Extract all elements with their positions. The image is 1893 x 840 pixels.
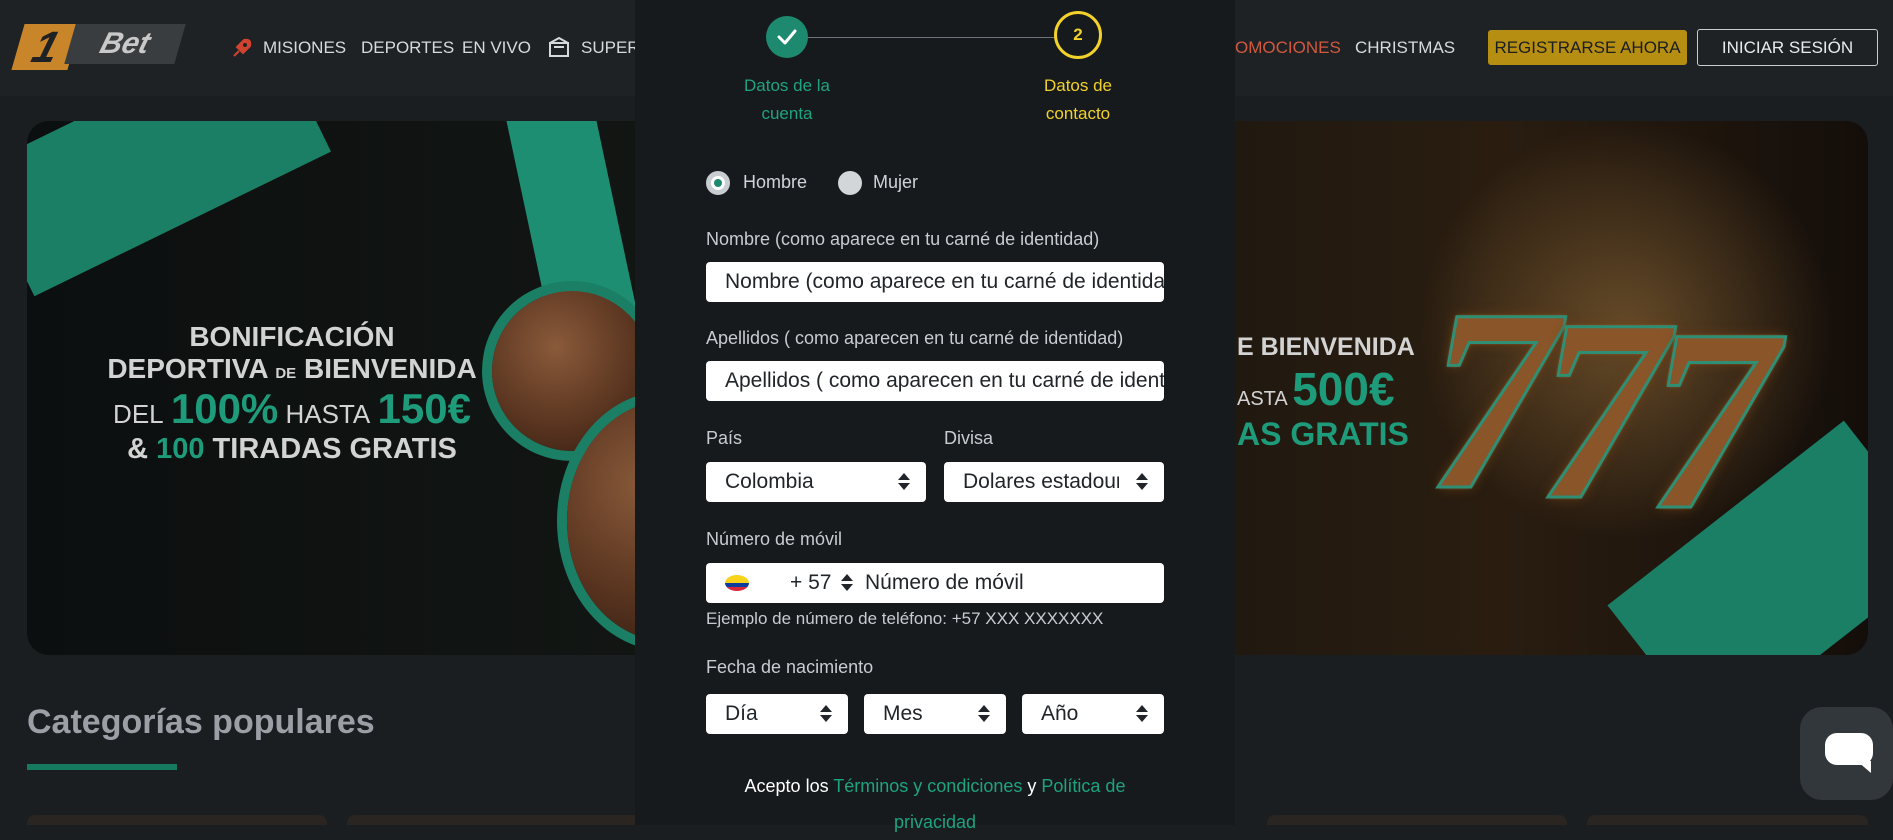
dob-year-select[interactable]: Año — [1022, 694, 1164, 734]
hero-word: DEL — [113, 399, 164, 429]
step-label-line: Datos de la — [744, 76, 830, 95]
hero-line: DEPORTIVA DE BIENVENIDA — [87, 353, 497, 385]
chat-icon-tail — [1857, 761, 1871, 773]
radio-male[interactable] — [706, 171, 730, 195]
first-name-label: Nombre (como aparece en tu carné de iden… — [706, 229, 1100, 249]
dob-day-select[interactable]: Día — [706, 694, 848, 734]
sports-bonus-text: BONIFICACIÓN DEPORTIVA DE BIENVENIDA DEL… — [87, 321, 497, 466]
section-title: Categorías populares — [27, 703, 375, 741]
hero-word: 100 — [156, 433, 205, 465]
select-arrows-icon — [978, 705, 990, 723]
nav-item-misiones[interactable]: MISIONES — [263, 38, 346, 58]
first-name-input[interactable]: Nombre (como aparece en tu carné de iden… — [706, 262, 1164, 302]
hero-word: 150€ — [377, 385, 471, 432]
hero-word: ASTA — [1237, 388, 1287, 410]
select-arrows-icon — [820, 705, 832, 723]
dob-month-select[interactable]: Mes — [864, 694, 1006, 734]
radio-female[interactable] — [838, 171, 862, 195]
hero-word: DEPORTIVA — [107, 353, 268, 384]
dob-day-value: Día — [725, 702, 758, 725]
nav-item-deportes[interactable]: DEPORTES — [361, 38, 454, 58]
terms-text: Acepto los Términos y condiciones y Polí… — [706, 768, 1164, 840]
category-thumb[interactable] — [347, 815, 647, 825]
chat-button[interactable] — [1800, 707, 1893, 800]
terms-prefix: Acepto los — [744, 776, 829, 796]
country-label: País — [706, 428, 743, 448]
phone-label: Número de móvil — [706, 529, 843, 549]
nav-item-promociones[interactable]: OMOCIONES — [1235, 38, 1341, 58]
select-arrows-icon — [898, 473, 910, 491]
logo-text: Bet — [64, 24, 186, 64]
currency-select[interactable]: Dolares estadounidenses — [944, 462, 1164, 502]
phone-country-code[interactable]: + 57 — [790, 563, 831, 603]
step-2-label: Datos de contacto — [1018, 72, 1138, 128]
casino-bonus-text: E BIENVENIDA ASTA 500€ AS GRATIS — [1237, 333, 1437, 453]
hero-word: BIENVENIDA — [303, 353, 477, 384]
dob-month-value: Mes — [883, 702, 923, 725]
terms-link[interactable]: Términos y condiciones — [833, 776, 1022, 796]
select-arrows-icon — [1136, 705, 1148, 723]
login-button[interactable]: INICIAR SESIÓN — [1697, 29, 1878, 66]
hero-line: E BIENVENIDA — [1237, 333, 1415, 361]
gender-male-label: Hombre — [743, 172, 808, 192]
registration-modal: 2 Datos de la cuenta Datos de contacto H… — [635, 0, 1235, 832]
select-arrows-icon — [1136, 473, 1148, 491]
hero-word: DE — [275, 365, 297, 382]
gender-female-label: Mujer — [873, 172, 919, 192]
step-1-label: Datos de la cuenta — [727, 72, 847, 128]
step-label-line: cuenta — [761, 104, 813, 123]
section-underline — [27, 764, 177, 770]
slot-icon — [548, 36, 572, 63]
last-name-input[interactable]: Apellidos ( como aparecen en tu carné de… — [706, 361, 1164, 401]
phone-number-input[interactable]: Número de móvil — [865, 563, 1024, 603]
colombia-flag-icon — [725, 575, 749, 591]
nav-item-christmas[interactable]: CHRISTMAS — [1355, 38, 1455, 58]
category-thumb[interactable] — [1587, 815, 1868, 825]
category-thumb[interactable] — [27, 815, 327, 825]
select-arrows-icon — [841, 574, 853, 592]
hero-word: TIRADAS GRATIS — [212, 433, 457, 465]
currency-label: Divisa — [944, 428, 994, 448]
last-name-label: Apellidos ( como aparecen en tu carné de… — [706, 328, 1124, 348]
step-label-line: contacto — [1045, 104, 1111, 123]
step-1-complete[interactable] — [766, 16, 808, 58]
country-select[interactable]: Colombia — [706, 462, 926, 502]
hero-word: HASTA — [285, 399, 371, 429]
hero-line: & 100 TIRADAS GRATIS — [87, 433, 497, 466]
stepper-line — [787, 37, 1083, 38]
phone-hint: Ejemplo de número de teléfono: +57 XXX X… — [706, 609, 1104, 628]
register-button[interactable]: REGISTRARSE AHORA — [1488, 30, 1687, 65]
country-value: Colombia — [725, 470, 814, 493]
dob-label: Fecha de nacimiento — [706, 657, 874, 677]
dob-year-value: Año — [1041, 702, 1079, 725]
logo[interactable]: 1 Bet — [11, 20, 186, 74]
hero-line: BONIFICACIÓN — [189, 321, 395, 352]
currency-value: Dolares estadounidenses — [963, 470, 1119, 493]
hero-line: ASTA 500€ — [1237, 362, 1437, 416]
sevens-image: 7 — [1646, 275, 1779, 566]
hero-word: & — [127, 433, 149, 465]
hero-word: 500€ — [1292, 363, 1395, 415]
step-2-current[interactable]: 2 — [1054, 11, 1102, 59]
decor-stripe — [27, 121, 331, 297]
step-label-line: Datos de — [1043, 76, 1113, 95]
phone-input-group[interactable]: + 57 Número de móvil — [706, 563, 1164, 603]
hero-word: 100% — [170, 385, 279, 432]
category-thumb[interactable] — [1267, 815, 1567, 825]
hero-line: DEL 100% HASTA 150€ — [87, 385, 497, 433]
hero-line: AS GRATIS — [1237, 416, 1409, 452]
check-icon — [777, 29, 797, 45]
rocket-icon — [230, 36, 254, 65]
terms-and: y — [1027, 776, 1037, 796]
nav-item-en-vivo[interactable]: EN VIVO — [462, 38, 531, 58]
